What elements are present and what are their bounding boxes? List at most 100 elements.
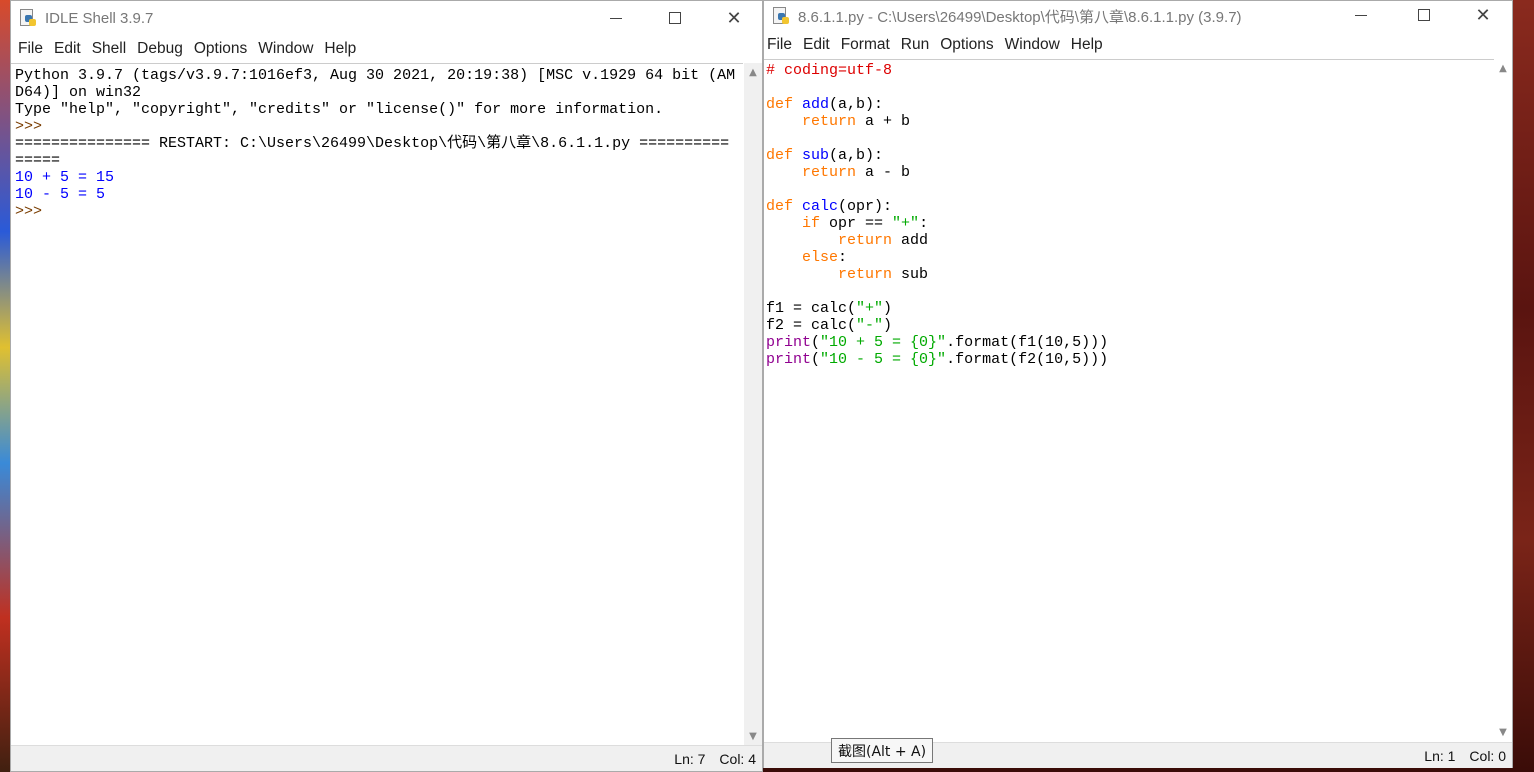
code-token: f2 = calc( xyxy=(766,317,857,334)
shell-output: Python 3.9.7 (tags/v3.9.7:1016ef3, Aug 3… xyxy=(15,67,735,220)
minimize-icon[interactable] xyxy=(1332,1,1390,29)
code-token: add xyxy=(802,96,830,113)
code-line: print("10 - 5 = {0}".format(f2(10,5))) xyxy=(766,351,1108,368)
code-line: return a + b xyxy=(766,113,1108,130)
desktop-icons-strip xyxy=(0,0,10,772)
screenshot-tooltip: 截图(Alt + A) xyxy=(831,738,934,763)
code-token: ( xyxy=(811,351,821,368)
shell-menu-help[interactable]: Help xyxy=(323,40,363,58)
code-token: # coding=utf-8 xyxy=(766,62,893,79)
code-token: ) xyxy=(883,317,893,334)
code-token: ( xyxy=(811,334,821,351)
code-token: a + b xyxy=(856,113,911,130)
code-token: : xyxy=(838,249,848,266)
code-token: (a,b): xyxy=(829,147,884,164)
code-token: : xyxy=(919,215,929,232)
maximize-icon[interactable] xyxy=(1395,1,1453,29)
code-token: ) xyxy=(883,300,893,317)
close-icon[interactable]: ✕ xyxy=(1454,1,1512,29)
shell-line: 10 - 5 = 5 xyxy=(15,186,106,203)
editor-menu-run[interactable]: Run xyxy=(900,36,936,54)
code-token: def xyxy=(766,147,803,164)
scroll-up-icon[interactable]: ▲ xyxy=(1494,59,1512,77)
shell-menu-options[interactable]: Options xyxy=(193,40,254,58)
idle-app-icon xyxy=(19,9,37,27)
editor-menu-options[interactable]: Options xyxy=(939,36,1000,54)
maximize-icon[interactable] xyxy=(646,1,704,35)
shell-menu-debug[interactable]: Debug xyxy=(136,40,190,58)
code-line: print("10 + 5 = {0}".format(f1(10,5))) xyxy=(766,334,1108,351)
shell-text-area[interactable]: Python 3.9.7 (tags/v3.9.7:1016ef3, Aug 3… xyxy=(11,63,743,745)
editor-text-area[interactable]: # coding=utf-8 def add(a,b): return a + b… xyxy=(764,59,1494,741)
code-line: f2 = calc("-") xyxy=(766,317,1108,334)
shell-line: =============== RESTART: C:\Users\26499\… xyxy=(15,135,730,152)
code-token: calc xyxy=(802,198,839,215)
code-line: # coding=utf-8 xyxy=(766,62,1108,79)
editor-window: 8.6.1.1.py - C:\Users\26499\Desktop\代码\第… xyxy=(763,0,1513,768)
editor-menu-help[interactable]: Help xyxy=(1070,36,1110,54)
code-token: a - b xyxy=(856,164,911,181)
code-line: def calc(opr): xyxy=(766,198,1108,215)
scroll-down-icon[interactable]: ▼ xyxy=(1494,723,1512,741)
code-token: return xyxy=(802,164,857,181)
code-line: f1 = calc("+") xyxy=(766,300,1108,317)
code-token: def xyxy=(766,198,803,215)
shell-window: IDLE Shell 3.9.7 ✕ File Edit Shell Debug Opt… xyxy=(10,0,763,772)
code-token: (a,b): xyxy=(829,96,884,113)
shell-menu-shell[interactable]: Shell xyxy=(91,40,133,58)
code-line: if opr == "+": xyxy=(766,215,1108,232)
scroll-down-icon[interactable]: ▼ xyxy=(744,727,762,745)
code-line: return sub xyxy=(766,266,1108,283)
shell-line: >>> xyxy=(15,203,52,220)
shell-statusbar: Ln: 7 Col: 4 xyxy=(11,745,762,771)
editor-menu-edit[interactable]: Edit xyxy=(802,36,837,54)
code-token: return xyxy=(838,232,893,249)
close-icon[interactable]: ✕ xyxy=(705,1,763,35)
code-token: sub xyxy=(802,147,830,164)
editor-menu-format[interactable]: Format xyxy=(840,36,897,54)
scroll-up-icon[interactable]: ▲ xyxy=(744,63,762,81)
shell-menu-file[interactable]: File xyxy=(17,40,50,58)
editor-menu-file[interactable]: File xyxy=(766,36,799,54)
code-token: print xyxy=(766,351,812,368)
code-token: if xyxy=(802,215,821,232)
editor-code: # coding=utf-8 def add(a,b): return a + b… xyxy=(766,62,1108,368)
shell-line: 10 + 5 = 15 xyxy=(15,169,115,186)
code-token: "10 - 5 = {0}" xyxy=(820,351,947,368)
editor-window-title: 8.6.1.1.py - C:\Users\26499\Desktop\代码\第… xyxy=(798,8,1242,26)
code-line: else: xyxy=(766,249,1108,266)
code-token: .format(f1(10,5))) xyxy=(946,334,1109,351)
shell-scrollbar[interactable]: ▲ ▼ xyxy=(744,63,762,745)
code-token: "10 + 5 = {0}" xyxy=(820,334,947,351)
code-token: return xyxy=(838,266,893,283)
idle-file-icon xyxy=(772,7,790,25)
editor-scrollbar[interactable]: ▲ ▼ xyxy=(1494,59,1512,741)
code-token: else xyxy=(802,249,839,266)
code-token: def xyxy=(766,96,803,113)
shell-window-title: IDLE Shell 3.9.7 xyxy=(45,9,154,27)
editor-menu-window[interactable]: Window xyxy=(1004,36,1067,54)
shell-titlebar[interactable]: IDLE Shell 3.9.7 ✕ xyxy=(11,1,762,35)
shell-menu-edit[interactable]: Edit xyxy=(53,40,88,58)
code-line: def add(a,b): xyxy=(766,96,1108,113)
editor-titlebar[interactable]: 8.6.1.1.py - C:\Users\26499\Desktop\代码\第… xyxy=(764,1,1512,31)
editor-col-indicator: Col: 0 xyxy=(1469,747,1506,764)
code-line: return add xyxy=(766,232,1108,249)
code-token: .format(f2(10,5))) xyxy=(946,351,1109,368)
shell-menubar: File Edit Shell Debug Options Window Help xyxy=(11,36,762,62)
minimize-icon[interactable] xyxy=(587,1,645,35)
code-token: return xyxy=(802,113,857,130)
shell-menu-window[interactable]: Window xyxy=(257,40,320,58)
shell-line-indicator: Ln: 7 xyxy=(674,750,706,767)
code-token: sub xyxy=(892,266,929,283)
